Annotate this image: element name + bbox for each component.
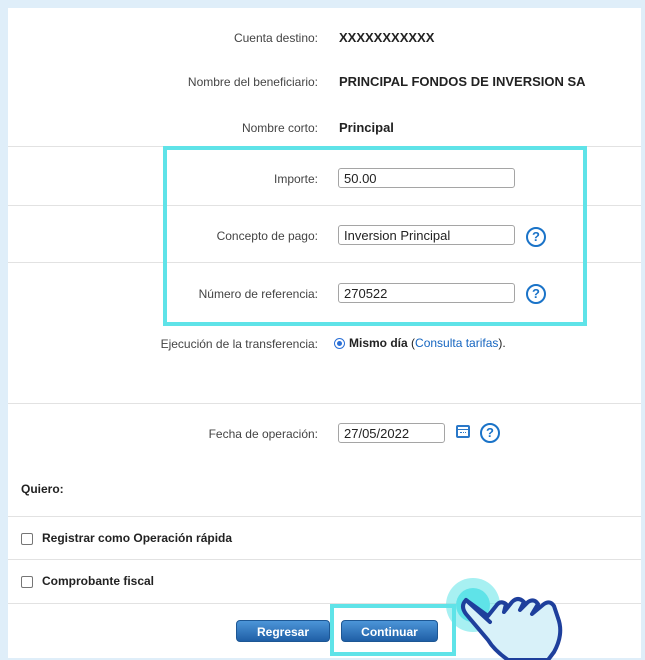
pointing-hand-icon [446,578,563,660]
same-day-radio[interactable] [334,338,345,349]
reference-input[interactable] [338,283,515,303]
same-day-label: Mismo día [349,336,408,350]
continue-button[interactable]: Continuar [341,620,438,642]
beneficiary-value: PRINCIPAL FONDOS DE INVERSION SA [339,74,586,89]
help-icon[interactable]: ? [480,423,500,443]
beneficiary-label: Nombre del beneficiario: [187,75,318,89]
concept-label: Concepto de pago: [216,229,318,243]
calendar-icon[interactable] [456,425,470,438]
amount-input[interactable] [338,168,515,188]
fiscal-receipt-label: Comprobante fiscal [42,574,155,588]
amount-label: Importe: [273,172,318,186]
quick-operation-checkbox[interactable] [21,533,33,545]
paren-close: ). [498,336,506,350]
quiero-label: Quiero: [21,482,64,496]
form-panel [8,8,641,658]
help-icon[interactable]: ? [526,284,546,304]
paren-open: ( [407,336,416,350]
execution-option: Mismo día (Consulta tarifas). [349,336,506,350]
short-name-value: Principal [339,120,394,135]
help-icon[interactable]: ? [526,227,546,247]
row-divider [8,403,641,404]
concept-input[interactable] [338,225,515,245]
destination-label: Cuenta destino: [233,31,318,45]
operation-date-input[interactable] [338,423,445,443]
short-name-label: Nombre corto: [241,121,318,135]
execution-label: Ejecución de la transferencia: [160,337,318,351]
row-divider [8,559,641,560]
back-button[interactable]: Regresar [236,620,330,642]
destination-value: XXXXXXXXXXX [339,30,435,45]
reference-label: Número de referencia: [198,287,318,301]
operation-date-label: Fecha de operación: [208,427,318,441]
row-divider [8,516,641,517]
rates-link[interactable]: Consulta tarifas [415,336,498,350]
quick-operation-label: Registrar como Operación rápida [42,531,233,545]
fiscal-receipt-checkbox[interactable] [21,576,33,588]
